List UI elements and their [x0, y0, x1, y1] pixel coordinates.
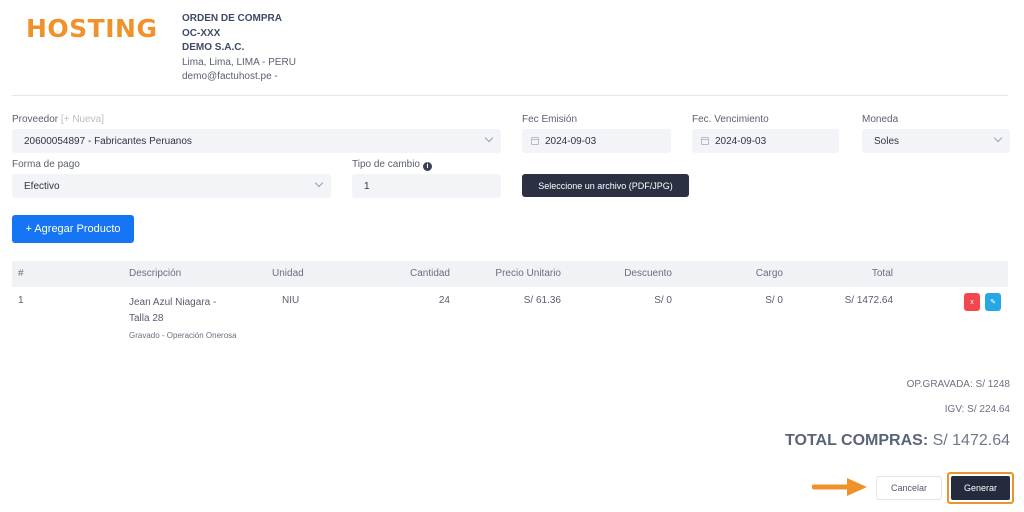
forma-pago-label: Forma de pago: [12, 159, 80, 170]
op-gravada: OP.GRAVADA: S/ 1248: [906, 379, 1010, 390]
row-descuento: S/ 0: [654, 295, 672, 306]
igv: IGV: S/ 224.64: [944, 404, 1010, 415]
col-descripcion: Descripción: [129, 268, 182, 279]
calendar-icon: [701, 137, 709, 145]
new-provider-link[interactable]: [+ Nueva]: [61, 114, 104, 125]
row-detalle: Gravado - Operación Onerosa: [129, 331, 237, 340]
info-icon[interactable]: i: [423, 162, 432, 171]
proveedor-label: Proveedor [+ Nueva]: [12, 114, 105, 125]
company-email: demo@factuhost.pe -: [182, 71, 278, 82]
select-file-button[interactable]: Seleccione un archivo (PDF/JPG): [522, 174, 689, 197]
row-cargo: S/ 0: [765, 295, 783, 306]
row-descripcion: Jean Azul Niagara - Talla 28 Gravado - O…: [129, 295, 239, 344]
doc-number: OC-XXX: [182, 27, 221, 39]
company-logo: HOSTING: [26, 14, 158, 43]
arrow-right-icon: [812, 478, 867, 496]
row-num: 1: [18, 295, 24, 306]
chevron-down-icon: [993, 133, 1003, 143]
col-cargo: Cargo: [755, 268, 783, 279]
header-divider: [12, 95, 1008, 96]
fec-vencimiento-label: Fec. Vencimiento: [692, 114, 769, 125]
chevron-down-icon: [314, 178, 324, 188]
moneda-select[interactable]: Soles: [862, 129, 1010, 153]
company-name: DEMO S.A.C.: [182, 42, 245, 53]
tipo-cambio-input[interactable]: 1: [352, 174, 501, 198]
company-info: ORDEN DE COMPRA OC-XXX DEMO S.A.C. Lima,…: [182, 12, 296, 85]
row-cantidad: 24: [438, 295, 450, 306]
fec-emision-input[interactable]: 2024-09-03: [522, 129, 671, 153]
moneda-label: Moneda: [862, 114, 899, 125]
col-cantidad: Cantidad: [409, 268, 450, 279]
edit-row-button[interactable]: ✎: [985, 293, 1001, 311]
col-unidad: Unidad: [272, 268, 304, 279]
proveedor-select[interactable]: 20600054897 - Fabricantes Peruanos: [12, 129, 501, 153]
row-unidad: NIU: [282, 295, 300, 306]
generate-button[interactable]: Generar: [951, 476, 1010, 500]
delete-row-button[interactable]: x: [964, 293, 980, 311]
col-num: #: [18, 268, 24, 279]
doc-type: ORDEN DE COMPRA: [182, 13, 283, 24]
forma-pago-select[interactable]: Efectivo: [12, 174, 331, 198]
company-address: Lima, Lima, LIMA - PERU: [182, 56, 296, 68]
tipo-cambio-label: Tipo de cambio i: [352, 159, 432, 171]
col-descuento: Descuento: [624, 268, 672, 279]
total-label: TOTAL COMPRAS:: [785, 432, 929, 449]
total-value: S/ 1472.64: [932, 432, 1010, 449]
col-total: Total: [871, 268, 893, 279]
row-precio: S/ 61.36: [523, 295, 561, 306]
calendar-icon: [531, 137, 539, 145]
chevron-down-icon: [484, 133, 494, 143]
fec-vencimiento-input[interactable]: 2024-09-03: [692, 129, 839, 153]
col-precio: Precio Unitario: [495, 268, 561, 279]
cancel-button[interactable]: Cancelar: [876, 476, 942, 500]
total-compras: TOTAL COMPRAS: S/ 1472.64: [785, 432, 1010, 450]
row-total: S/ 1472.64: [844, 295, 893, 306]
add-product-button[interactable]: + Agregar Producto: [12, 215, 134, 243]
fec-emision-label: Fec Emisión: [522, 114, 578, 125]
